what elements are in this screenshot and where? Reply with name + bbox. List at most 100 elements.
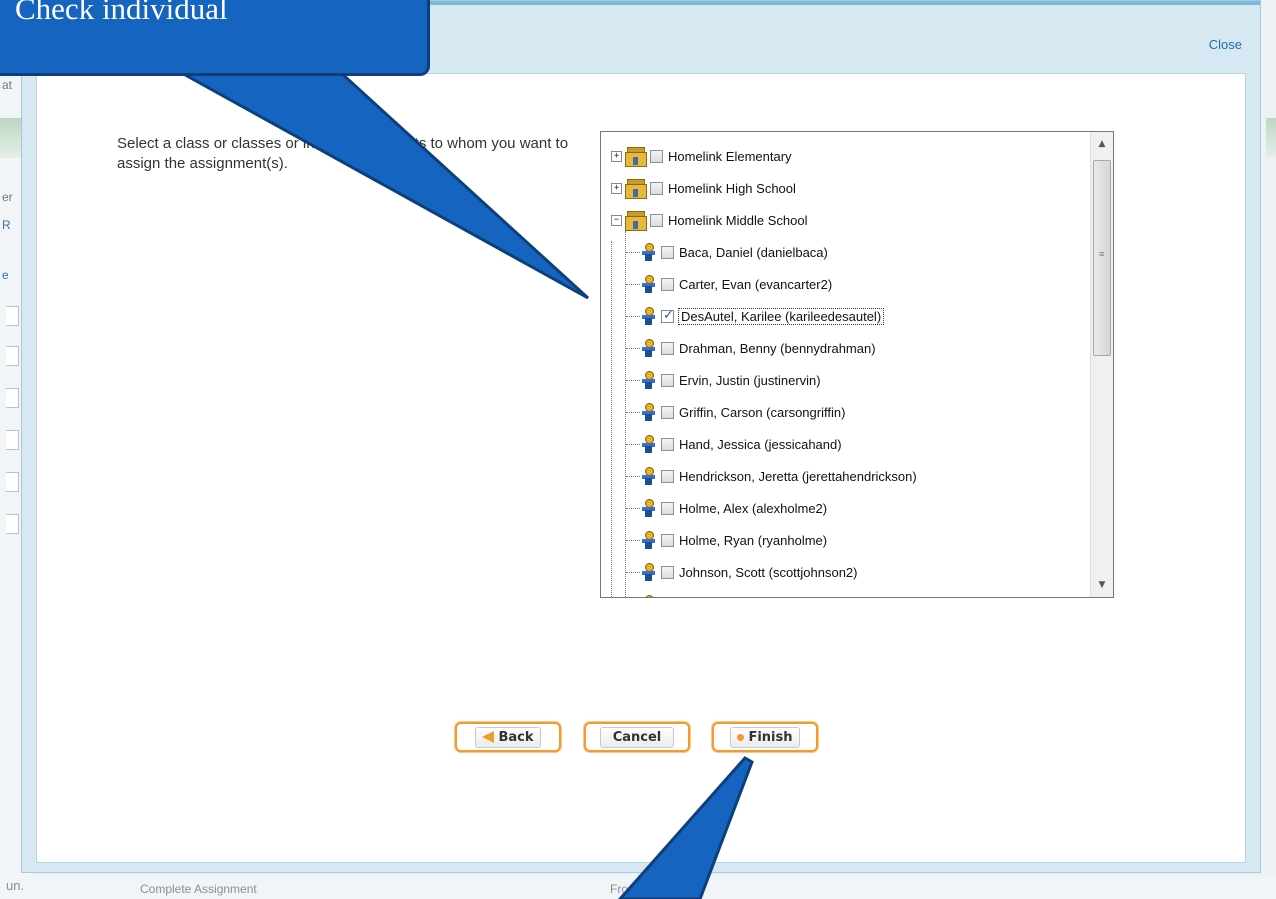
background-text-fragment: er xyxy=(2,190,13,204)
cancel-button-label: Cancel xyxy=(612,729,662,745)
tree-student-row[interactable]: Griffin, Carson (carsongriffin) xyxy=(639,397,845,427)
student-icon xyxy=(639,562,657,582)
student-checkbox[interactable] xyxy=(661,245,674,259)
school-checkbox[interactable] xyxy=(650,213,663,227)
background-text-fragment: Complete Assignment xyxy=(140,882,257,896)
student-tree[interactable]: + Homelink Elementary + Homelink High Schoo… xyxy=(600,131,1114,598)
expand-icon[interactable]: + xyxy=(611,150,622,162)
background-text-fragment: e xyxy=(2,268,9,282)
background-field xyxy=(6,514,19,534)
student-icon xyxy=(639,498,657,518)
tree-scrollbar[interactable]: ▲ ≡ ▼ xyxy=(1090,132,1113,597)
cancel-button[interactable]: Cancel xyxy=(584,722,690,752)
tree-connector-line xyxy=(626,284,640,285)
student-icon xyxy=(639,466,657,486)
scroll-up-arrow-icon[interactable]: ▲ xyxy=(1091,134,1113,154)
student-label: Hendrickson, Jeretta (jerettahendrickson… xyxy=(679,468,917,484)
student-icon xyxy=(639,306,657,326)
student-label: Carter, Evan (evancarter2) xyxy=(679,276,833,292)
finish-button[interactable]: Finish xyxy=(712,722,818,752)
background-field xyxy=(6,472,19,492)
back-arrow-icon xyxy=(482,731,495,743)
tree-student-row[interactable]: Holme, Alex (alexholme2) xyxy=(639,493,827,523)
student-icon xyxy=(639,338,657,358)
tree-student-row[interactable]: Hand, Jessica (jessicahand) xyxy=(639,429,842,459)
student-label: Baca, Daniel (danielbaca) xyxy=(679,244,828,260)
tree-connector-line xyxy=(626,508,640,509)
tree-student-row-partial[interactable] xyxy=(639,589,679,599)
school-icon xyxy=(624,178,647,199)
callout-check-individual: Check individual xyxy=(0,0,430,76)
student-checkbox[interactable] xyxy=(661,341,674,355)
school-checkbox[interactable] xyxy=(650,149,663,163)
school-checkbox[interactable] xyxy=(650,181,663,195)
finish-button-label: Finish xyxy=(748,729,793,745)
background-field xyxy=(6,430,19,450)
back-button-label: Back xyxy=(498,729,534,745)
student-icon xyxy=(639,242,657,262)
school-icon xyxy=(624,210,647,231)
student-icon xyxy=(639,434,657,454)
student-label: Ervin, Justin (justinervin) xyxy=(679,372,821,388)
student-checkbox[interactable] xyxy=(661,277,674,291)
callout-text: Check individual xyxy=(15,0,228,26)
instruction-text: Select a class or classes or individual … xyxy=(117,135,569,172)
student-checkbox[interactable] xyxy=(661,501,674,515)
school-icon xyxy=(624,146,647,167)
student-checkbox[interactable] xyxy=(661,565,674,579)
tree-student-row[interactable]: DesAutel, Karilee (karileedesautel) xyxy=(639,301,885,331)
student-icon xyxy=(639,594,657,597)
tree-student-row[interactable]: Ervin, Justin (justinervin) xyxy=(639,365,821,395)
collapse-icon[interactable]: − xyxy=(611,214,622,226)
tree-connector-line xyxy=(626,316,640,317)
student-label: Johnson, Scott (scottjohnson2) xyxy=(679,564,858,580)
student-checkbox[interactable] xyxy=(661,437,674,451)
tree-student-row[interactable]: Drahman, Benny (bennydrahman) xyxy=(639,333,876,363)
student-icon xyxy=(639,274,657,294)
tree-connector-line xyxy=(626,572,640,573)
background-field xyxy=(6,388,19,408)
tree-connector-line xyxy=(625,231,626,597)
tree-connector-line xyxy=(626,380,640,381)
student-label: Hand, Jessica (jessicahand) xyxy=(679,436,842,452)
background-text-fragment: R xyxy=(2,218,11,232)
background-field xyxy=(6,306,19,326)
back-button[interactable]: Back xyxy=(455,722,561,752)
tree-connector-line xyxy=(611,241,612,597)
tree-connector-line xyxy=(626,412,640,413)
expand-icon[interactable]: + xyxy=(611,182,622,194)
tree-school-row[interactable]: − Homelink Middle School xyxy=(611,205,807,235)
student-label: Griffin, Carson (carsongriffin) xyxy=(679,404,846,420)
tree-school-row[interactable]: + Homelink Elementary xyxy=(611,141,792,171)
tree-student-row[interactable]: Hendrickson, Jeretta (jerettahendrickson… xyxy=(639,461,917,491)
background-text-fragment: at xyxy=(2,78,13,92)
scroll-thumb[interactable]: ≡ xyxy=(1093,160,1111,356)
background-bottom-bar: un. Complete Assignment From Key xyxy=(0,876,1276,899)
close-link[interactable]: Close xyxy=(1209,37,1242,52)
student-label: Holme, Ryan (ryanholme) xyxy=(679,532,828,548)
background-text-fragment: From Key xyxy=(610,882,663,896)
student-icon xyxy=(639,530,657,550)
school-label: Homelink Elementary xyxy=(668,148,792,164)
tree-student-row[interactable]: Baca, Daniel (danielbaca) xyxy=(639,237,828,267)
scroll-down-arrow-icon[interactable]: ▼ xyxy=(1091,575,1113,595)
background-field xyxy=(6,346,19,366)
finish-dot-icon xyxy=(737,733,745,741)
student-checkbox[interactable] xyxy=(661,308,674,323)
student-checkbox[interactable] xyxy=(661,469,674,483)
background-header-band-right xyxy=(1266,118,1276,158)
student-label: Drahman, Benny (bennydrahman) xyxy=(679,340,876,356)
student-checkbox[interactable] xyxy=(661,533,674,547)
tree-connector-line xyxy=(626,348,640,349)
student-checkbox[interactable] xyxy=(661,405,674,419)
tree-student-row[interactable]: Holme, Ryan (ryanholme) xyxy=(639,525,827,555)
tree-connector-line xyxy=(626,476,640,477)
tree-student-row[interactable]: Johnson, Scott (scottjohnson2) xyxy=(639,557,858,587)
tree-student-row[interactable]: Carter, Evan (evancarter2) xyxy=(639,269,832,299)
school-label: Homelink High School xyxy=(668,180,796,196)
scroll-grip-icon: ≡ xyxy=(1099,249,1105,259)
student-checkbox[interactable] xyxy=(661,373,674,387)
student-label: Holme, Alex (alexholme2) xyxy=(679,500,828,516)
tree-school-row[interactable]: + Homelink High School xyxy=(611,173,796,203)
student-checkbox[interactable] xyxy=(661,598,674,599)
